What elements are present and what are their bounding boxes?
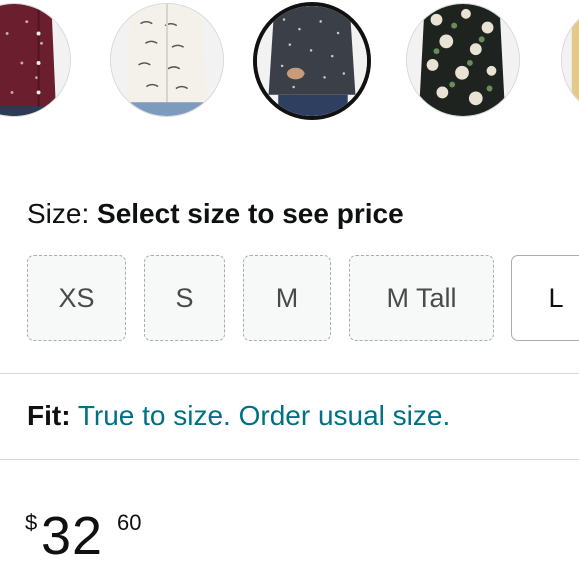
- swatch-black-floral-print[interactable]: [406, 3, 520, 117]
- size-selection-prompt: Select size to see price: [97, 198, 404, 229]
- color-swatch-strip: [0, 0, 579, 140]
- size-option-m[interactable]: M: [243, 255, 331, 341]
- size-heading: Size: Select size to see price: [27, 196, 404, 232]
- size-option-m-tall[interactable]: M Tall: [349, 255, 494, 341]
- white-print-shirt-image: [111, 4, 223, 116]
- size-option-l[interactable]: L: [511, 255, 579, 341]
- burgundy-shirt-image: [0, 4, 70, 116]
- fit-recommendation-link[interactable]: True to size. Order usual size.: [78, 400, 450, 431]
- divider: [0, 373, 579, 374]
- price-whole: 32: [41, 506, 104, 566]
- fit-label: Fit:: [27, 400, 71, 431]
- partial-shirt-image: [562, 4, 579, 116]
- swatch-partial-next[interactable]: [561, 3, 579, 117]
- swatch-white-car-print[interactable]: [110, 3, 224, 117]
- swatch-charcoal-dot-print[interactable]: [253, 2, 371, 120]
- product-options-page: Size: Select size to see price XS S M M …: [0, 0, 579, 580]
- price-fraction: 60: [117, 510, 142, 535]
- floral-shirt-image: [407, 4, 519, 116]
- charcoal-shirt-image: [257, 6, 367, 116]
- swatch-burgundy-print[interactable]: [0, 3, 71, 117]
- divider: [0, 459, 579, 460]
- size-option-s[interactable]: S: [144, 255, 225, 341]
- size-option-xs[interactable]: XS: [27, 255, 126, 341]
- price-currency-symbol: $: [25, 510, 38, 535]
- size-label: Size:: [27, 198, 98, 229]
- fit-info: Fit: True to size. Order usual size.: [27, 398, 450, 434]
